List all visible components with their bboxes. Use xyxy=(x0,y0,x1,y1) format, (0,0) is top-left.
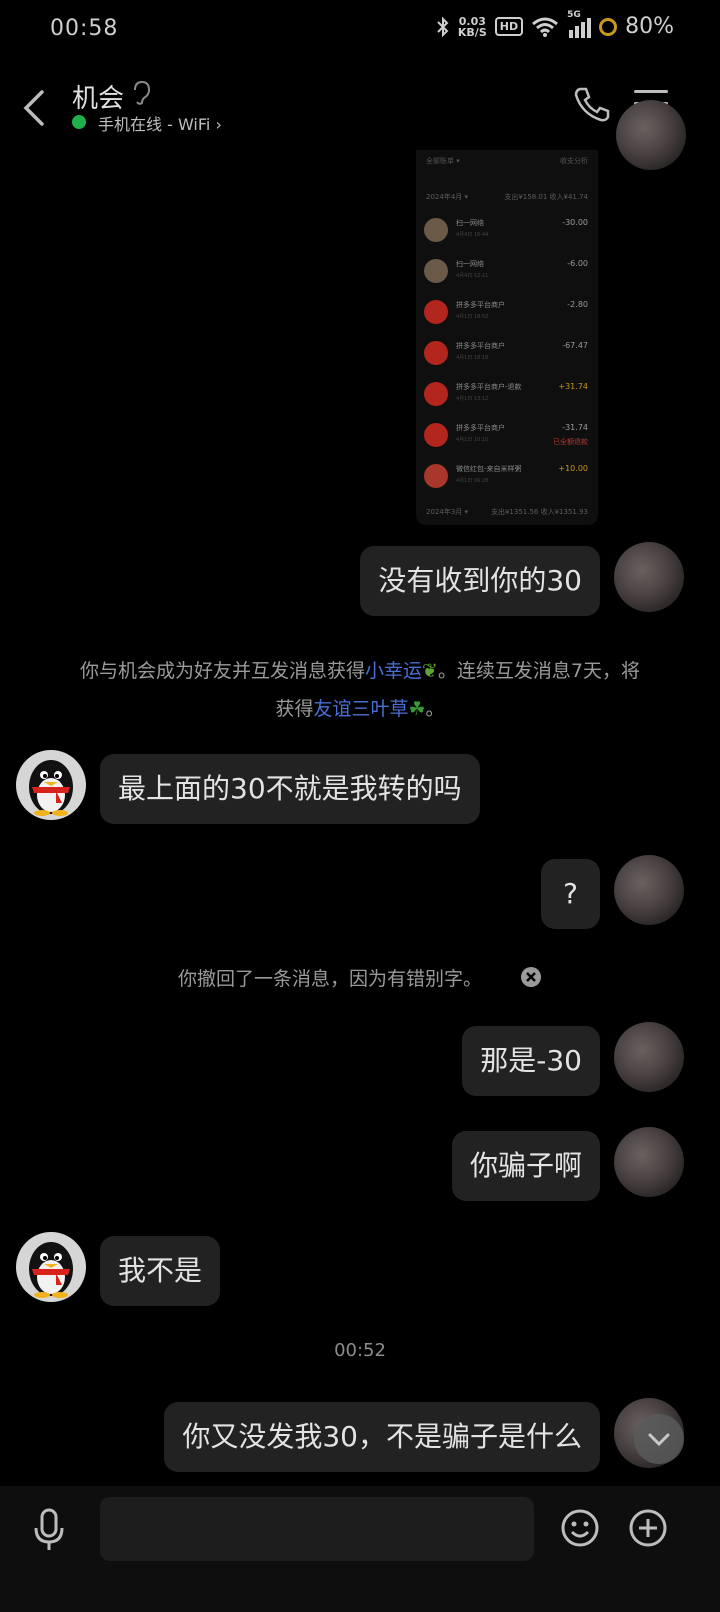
bill-row-amount: +10.00 xyxy=(558,464,588,473)
my-avatar[interactable] xyxy=(614,1022,684,1092)
red-packet-icon xyxy=(424,464,448,488)
my-avatar[interactable] xyxy=(614,1127,684,1197)
message-bubble-incoming[interactable]: 我不是 xyxy=(100,1236,221,1306)
status-time: 00:58 xyxy=(50,16,119,41)
user-avatar xyxy=(424,259,448,283)
system-friendship-notice: 你与机会成为好友并互发消息获得小幸运❦。连续互发消息7天，将 获得友谊三叶草☘。 xyxy=(20,652,700,728)
status-icons: 0.03 KB/S HD 5G 80% xyxy=(436,10,674,39)
bill-row-title: 微信红包-来自米样粥 xyxy=(456,465,522,473)
bill-row-title: 扫一网络 xyxy=(456,219,484,227)
bill-row-note: 已全额退款 xyxy=(553,438,588,446)
bill-row-amount: -2.80 xyxy=(567,300,588,309)
clover-link[interactable]: 友谊三叶草 xyxy=(313,698,408,720)
bill-row: 拼多多平台商户 4月1日 10:10 -31.74 已全额退款 xyxy=(416,415,598,456)
pinduoduo-logo-icon xyxy=(424,300,448,324)
close-icon[interactable] xyxy=(520,966,542,988)
bill-row-title: 拼多多平台商户 xyxy=(456,424,505,432)
bill-row-title: 拼多多平台商户-退款 xyxy=(456,383,522,391)
network-type: 5G xyxy=(567,9,581,20)
bill-row: 拼多多平台商户 4月1日 18:52 -2.80 xyxy=(416,292,598,333)
cellular-signal: 5G xyxy=(567,10,592,38)
message-bubble-outgoing[interactable]: ? xyxy=(541,859,600,929)
chat-title[interactable]: 机会 xyxy=(72,78,124,115)
bill-row-time: 4月1日 18:18 xyxy=(456,355,489,361)
pinduoduo-logo-icon xyxy=(424,382,448,406)
battery-icon xyxy=(599,17,618,36)
bill-row-time: 4月4日 12:11 xyxy=(456,273,489,279)
bill-row-amount: -30.00 xyxy=(562,218,588,227)
pinduoduo-logo-icon xyxy=(424,423,448,447)
bill-prev-summary: 支出¥1351.56 收入¥1351.93 xyxy=(490,508,588,516)
bill-row-time: 4月4日 16:44 xyxy=(456,232,489,238)
penguin-icon xyxy=(29,760,73,816)
bill-row: 扫一网络 4月4日 16:44 -30.00 xyxy=(416,210,598,251)
bill-row-time: 4月1日 18:52 xyxy=(456,314,489,320)
notice-text: 获得 xyxy=(275,698,314,720)
hd-badge: HD xyxy=(494,17,524,36)
message-bubble-incoming[interactable]: 最上面的30不就是我转的吗 xyxy=(100,754,480,824)
smiley-icon[interactable] xyxy=(560,1508,600,1548)
net-speed-unit: KB/S xyxy=(457,25,487,39)
message-bubble-outgoing[interactable]: 你又没发我30，不是骗子是什么 xyxy=(164,1402,600,1472)
message-bubble-outgoing[interactable]: 那是-30 xyxy=(462,1026,600,1096)
bill-row-title: 拼多多平台商户 xyxy=(456,342,505,350)
bill-row-title: 拼多多平台商户 xyxy=(456,301,505,309)
my-avatar[interactable] xyxy=(614,855,684,925)
contact-avatar[interactable] xyxy=(16,750,86,820)
net-speed: 0.03 KB/S xyxy=(458,16,487,38)
presence-chevron: › xyxy=(215,115,222,134)
bill-row-title: 扫一网络 xyxy=(456,260,484,268)
sprout-icon: ❦ xyxy=(422,660,438,682)
ear-icon xyxy=(134,80,151,105)
bill-row-time: 4月1日 13:12 xyxy=(456,396,489,402)
shared-screenshot-image[interactable]: 全部账单 ▾ 收支分析 2024年4月 ▾ 支出¥158.01 收入¥41.74 扫… xyxy=(416,150,598,525)
microphone-icon[interactable] xyxy=(30,1506,68,1554)
notice-text: 。 xyxy=(425,698,445,720)
penguin-icon xyxy=(29,1242,73,1298)
plus-circle-icon[interactable] xyxy=(628,1508,668,1548)
time-separator: 00:52 xyxy=(334,1340,386,1361)
message-bubble-outgoing[interactable]: 你骗子啊 xyxy=(451,1131,600,1201)
bluetooth-icon xyxy=(437,16,449,37)
notice-text: 你与机会成为好友并互发消息获得 xyxy=(79,660,365,682)
bill-row: 拼多多平台商户-退款 4月1日 13:12 +31.74 xyxy=(416,374,598,415)
wifi-icon xyxy=(532,17,559,37)
phone-icon[interactable] xyxy=(572,84,612,124)
bill-filter: 全部账单 ▾ xyxy=(426,157,460,165)
bill-row: 微信红包-来自米样粥 4月1日 06:28 +10.00 xyxy=(416,456,598,497)
clover-icon: ☘ xyxy=(408,698,426,720)
contact-avatar[interactable] xyxy=(16,1232,86,1302)
bill-month: 2024年4月 ▾ xyxy=(426,193,469,201)
bill-month-summary: 支出¥158.01 收入¥41.74 xyxy=(504,193,588,201)
presence-label: 手机在线 - WiFi xyxy=(98,115,211,134)
bill-stats: 收支分析 xyxy=(560,157,588,165)
bill-row: 扫一网络 4月4日 12:11 -6.00 xyxy=(416,251,598,292)
chevron-down-icon xyxy=(648,1433,670,1447)
net-speed-value: 0.03 xyxy=(458,14,486,28)
bill-row-time: 4月1日 10:10 xyxy=(456,437,489,443)
battery-percent: 80% xyxy=(625,14,674,39)
scroll-to-bottom-button[interactable] xyxy=(634,1414,684,1464)
message-input[interactable] xyxy=(100,1497,534,1561)
bill-row-amount: -6.00 xyxy=(567,259,588,268)
message-bubble-outgoing[interactable]: 没有收到你的30 xyxy=(360,546,600,616)
online-status-dot xyxy=(72,115,86,129)
bill-prev-month: 2024年3月 ▾ xyxy=(426,508,469,516)
bill-row-amount: +31.74 xyxy=(558,382,588,391)
back-icon[interactable] xyxy=(20,88,50,128)
lucky-link[interactable]: 小幸运 xyxy=(365,660,422,682)
user-avatar xyxy=(424,218,448,242)
bill-row-amount: -31.74 xyxy=(562,423,588,432)
presence-status[interactable]: 手机在线 - WiFi › xyxy=(98,111,222,135)
bill-row: 拼多多平台商户 4月1日 18:18 -67.47 xyxy=(416,333,598,374)
notice-text: 。连续互发消息7天，将 xyxy=(437,660,641,682)
recall-notice: 你撤回了一条消息，因为有错别字。 xyxy=(177,968,482,990)
bill-list: 扫一网络 4月4日 16:44 -30.00 扫一网络 4月4日 12:11 -6.00 拼… xyxy=(416,210,598,497)
my-avatar[interactable] xyxy=(616,100,686,170)
bill-row-amount: -67.47 xyxy=(562,341,588,350)
pinduoduo-logo-icon xyxy=(424,341,448,365)
bill-row-time: 4月1日 06:28 xyxy=(456,478,489,484)
my-avatar[interactable] xyxy=(614,542,684,612)
